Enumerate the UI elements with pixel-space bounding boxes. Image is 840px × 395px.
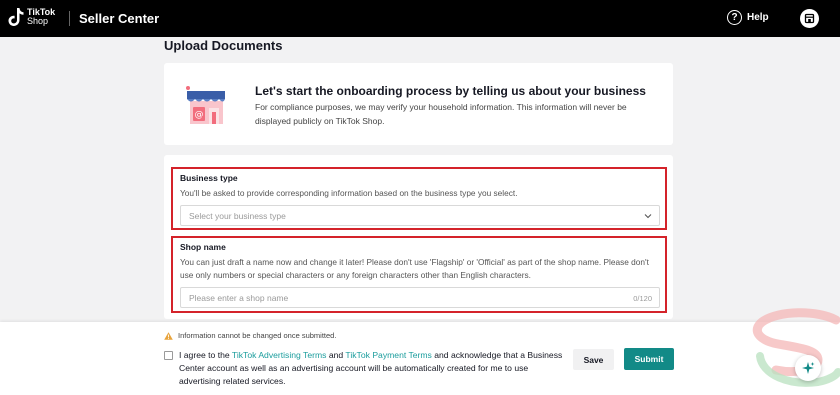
business-type-label: Business type (180, 173, 238, 183)
agreement-text: I agree to the TikTok Advertising Terms … (179, 349, 569, 388)
submit-button[interactable]: Submit (624, 348, 674, 370)
tiktok-note-icon (8, 8, 24, 26)
assistant-fab[interactable] (795, 355, 821, 381)
brand-title: Seller Center (79, 11, 160, 26)
intro-title: Let's start the onboarding process by te… (255, 84, 646, 98)
business-type-section: Business type You'll be asked to provide… (171, 167, 667, 230)
shop-name-section: Shop name You can just draft a name now … (171, 236, 667, 313)
agree-and: and (326, 350, 346, 360)
payment-terms-link[interactable]: TikTok Payment Terms (345, 350, 431, 360)
char-counter: 0/120 (633, 294, 652, 303)
warning-text: Information cannot be changed once submi… (178, 331, 337, 340)
shop-name-label: Shop name (180, 242, 226, 252)
business-type-select[interactable]: Select your business type (180, 205, 660, 226)
help-button[interactable]: ? Help (727, 10, 769, 25)
save-button[interactable]: Save (573, 349, 614, 370)
logo-separator (69, 11, 70, 26)
agree-prefix: I agree to the (179, 350, 232, 360)
shop-name-input[interactable]: Please enter a shop name 0/120 (180, 287, 660, 308)
intro-card: @ Let's start the onboarding process by … (164, 63, 673, 145)
store-icon (804, 13, 815, 24)
intro-description: For compliance purposes, we may verify y… (255, 102, 627, 126)
shop-name-placeholder: Please enter a shop name (189, 293, 289, 303)
top-bar: TikTok Shop Seller Center ? Help (0, 0, 840, 37)
help-label: Help (747, 12, 769, 23)
footer-bar: Information cannot be changed once submi… (0, 322, 840, 395)
sparkle-icon (802, 362, 815, 374)
business-type-placeholder: Select your business type (189, 211, 286, 221)
svg-text:@: @ (195, 110, 204, 120)
storefront-illustration-icon: @ (186, 86, 225, 124)
warning-icon (164, 331, 173, 340)
shop-name-help: You can just draft a name now and change… (180, 257, 649, 280)
logo-line-2: Shop (27, 16, 49, 26)
agreement-row: I agree to the TikTok Advertising Terms … (164, 349, 569, 388)
watermark-logo-icon (752, 308, 840, 387)
agree-checkbox[interactable] (164, 351, 173, 360)
advertising-terms-link[interactable]: TikTok Advertising Terms (232, 350, 327, 360)
warning-notice: Information cannot be changed once submi… (164, 331, 336, 340)
business-type-help: You'll be asked to provide corresponding… (180, 188, 518, 198)
store-button[interactable] (800, 9, 819, 28)
question-circle-icon: ? (727, 10, 742, 25)
tiktok-shop-logo[interactable]: TikTok Shop (8, 7, 55, 27)
form-card: Business type You'll be asked to provide… (164, 155, 673, 319)
page-title: Upload Documents (164, 38, 283, 53)
chevron-down-icon (644, 214, 652, 219)
